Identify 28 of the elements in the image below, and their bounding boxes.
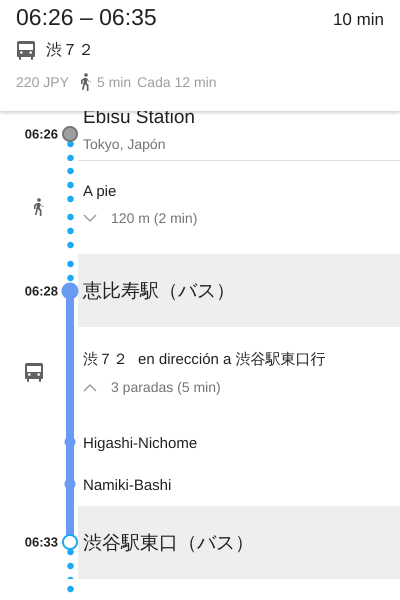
chevron-up-icon[interactable] — [83, 382, 97, 392]
stop-marker — [62, 126, 78, 142]
trip-duration: 10 min — [332, 10, 384, 30]
step-detail: 120 m (2 min) — [111, 210, 198, 226]
frequency-text: Cada 12 min — [137, 74, 217, 90]
stop-marker — [62, 534, 78, 550]
route-name: 渋７２ — [83, 350, 128, 369]
step-detail: 3 paradas (5 min) — [111, 379, 221, 395]
stop-marker — [62, 282, 78, 300]
step-time: 06:28 — [24, 284, 58, 298]
intermediate-stop: Higashi-Nichome — [83, 434, 198, 452]
stop-name: 恵比寿駅（バス） — [83, 280, 236, 304]
fare-text: 220 JPY — [16, 74, 69, 90]
walking-person-icon — [32, 198, 44, 216]
route-direction: en dirección a 渋谷駅東口行 — [138, 350, 326, 369]
bus-icon — [24, 361, 44, 383]
place-address: Tokyo, Japón — [83, 136, 166, 152]
stop-name: 渋谷駅東口（バス） — [83, 532, 255, 556]
intermediate-stop: Namiki-Bashi — [83, 476, 172, 494]
trip-time-range: 06:26 – 06:35 — [16, 4, 157, 31]
step-time: 06:33 — [24, 534, 58, 550]
chevron-down-icon[interactable] — [83, 214, 97, 222]
walk-time: 5 min — [96, 74, 132, 90]
step-time: 06:26 — [24, 126, 58, 142]
route-name: 渋７２ — [46, 40, 94, 60]
bus-icon — [16, 39, 36, 61]
walking-person-icon — [78, 73, 91, 91]
walk-label: A pie — [83, 183, 118, 200]
